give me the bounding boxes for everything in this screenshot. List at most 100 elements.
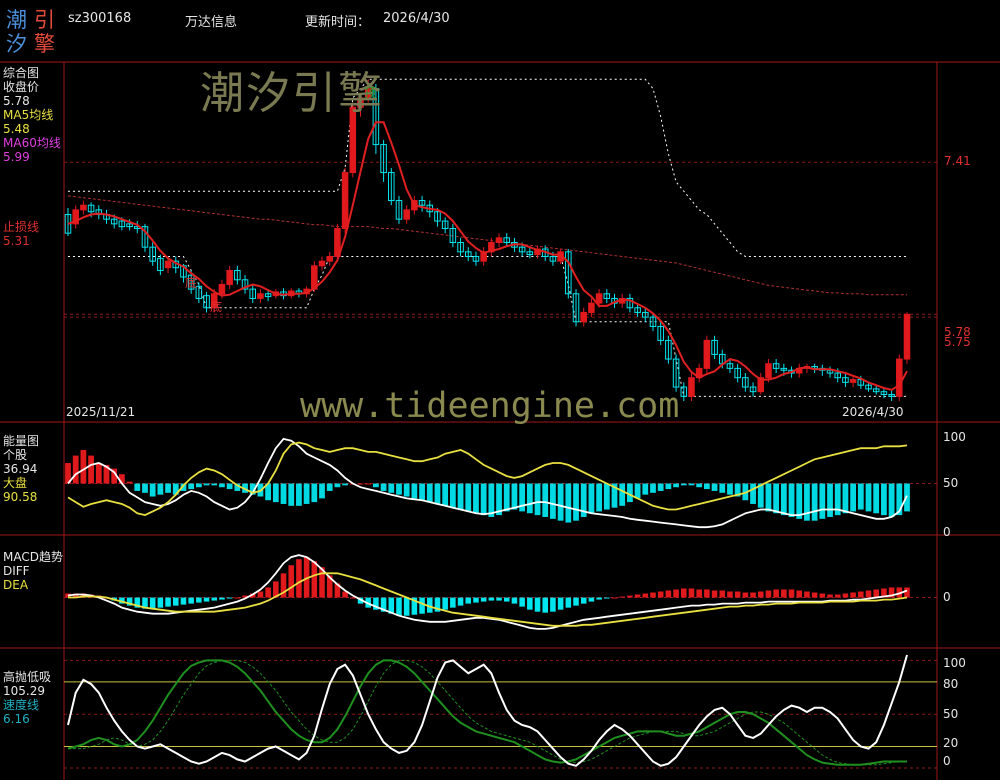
energy-bar [788, 483, 795, 517]
macd-bar [773, 589, 779, 598]
macd-bar [742, 592, 749, 598]
energy-bar [665, 483, 672, 490]
macd-bar [865, 590, 872, 598]
energy-bar [703, 483, 710, 490]
macd-bar [403, 597, 410, 616]
macd-bar [750, 592, 756, 598]
energy-bar [811, 483, 818, 521]
energy-bar [596, 483, 602, 512]
candle-body [849, 379, 857, 383]
macd-bar [265, 587, 271, 598]
energy-bar [457, 483, 464, 510]
macd-bar [219, 597, 225, 600]
energy-bar [434, 483, 441, 504]
energy-bar [203, 483, 210, 486]
energy-bar [873, 483, 880, 514]
candle-body [896, 358, 903, 397]
osc-tick: 20 [943, 736, 959, 750]
close-label: 收盘价 [3, 80, 40, 94]
macd-bar [234, 597, 241, 599]
osc-legend: 高抛低吸 105.29 速度线 6.16 [3, 670, 51, 726]
watermark-url: www.tideengine.com [300, 386, 680, 426]
energy-bar [727, 483, 733, 495]
macd-bar [873, 589, 879, 598]
macd-bar [642, 593, 649, 598]
energy-bar [80, 450, 87, 484]
energy-bar [165, 483, 171, 493]
energy-bar [134, 483, 141, 491]
candle-body [580, 311, 587, 323]
macd-bar [811, 592, 818, 598]
energy-bar [334, 483, 341, 488]
energy-bar [288, 483, 295, 506]
energy-bar [503, 483, 510, 512]
macd-panel [64, 554, 937, 630]
macd-bar [734, 591, 741, 598]
macd-bar [442, 597, 448, 610]
macd-bar [311, 561, 318, 598]
close-value: 5.78 [3, 94, 30, 108]
end-date: 2026/4/30 [842, 405, 904, 419]
macd-bar [788, 589, 795, 598]
energy-bar [534, 483, 541, 516]
candle-body [341, 172, 349, 230]
energy-bar [680, 483, 687, 486]
macd-bar [727, 591, 733, 598]
energy-bar [796, 483, 803, 519]
macd-bar [480, 597, 487, 602]
price-label: 5.75 [944, 335, 971, 349]
diff-label: DIFF [3, 564, 30, 578]
energy-legend: 能量图 个股 36.94 大盘 90.58 [3, 434, 39, 504]
osc-tick: 80 [943, 677, 959, 691]
energy-bar [95, 463, 102, 484]
macd-bar [619, 596, 625, 598]
osc-tick: 100 [943, 656, 966, 670]
main-panel [64, 78, 937, 402]
energy-bar [311, 483, 318, 503]
macd-bar [673, 589, 679, 598]
candle-body [218, 283, 226, 295]
macd-bar [165, 597, 171, 607]
candle-body [257, 293, 264, 299]
macd-bar [850, 592, 856, 598]
osc-title: 高抛低吸 [3, 670, 52, 684]
energy-tick: 50 [943, 476, 959, 490]
macd-bar [157, 597, 164, 608]
energy-bar [673, 483, 679, 488]
macd-bar [496, 597, 502, 601]
energy-bar [711, 483, 718, 491]
macd-bar [580, 597, 587, 604]
macd-bar [704, 589, 710, 598]
macd-bar [519, 597, 525, 607]
energy-bar [804, 483, 810, 521]
macd-bar [172, 597, 179, 606]
energy-bar [827, 483, 833, 517]
macd-bar [534, 597, 541, 612]
macd-bar [711, 590, 718, 598]
energy-bar [126, 481, 133, 484]
macd-tick: 0 [943, 590, 951, 604]
energy-bar [357, 483, 364, 485]
energy-bar [219, 483, 225, 488]
energy-bar [573, 483, 579, 521]
macd-bar [350, 597, 356, 599]
main-legend: 综合图 收盘价 5.78 MA5均线 5.48 MA60均线 5.99 [3, 66, 61, 164]
energy-bar [195, 483, 202, 488]
energy-bar [888, 483, 895, 517]
candle-body [703, 339, 711, 369]
stop-value: 5.31 [3, 234, 30, 248]
energy-bar [642, 483, 649, 495]
macd-bar [634, 594, 641, 598]
macd-bar [542, 597, 549, 613]
energy-bar [426, 483, 433, 503]
osc-tick: 0 [943, 754, 951, 768]
energy-bar [603, 483, 610, 510]
top-marker: 顶 [364, 86, 377, 100]
energy-bar [272, 483, 279, 503]
candle-body [318, 260, 326, 267]
energy-bar [473, 483, 479, 514]
energy-bar [865, 483, 872, 512]
energy-bar [696, 483, 703, 488]
macd-bar [503, 597, 510, 602]
energy-bar [388, 483, 395, 493]
